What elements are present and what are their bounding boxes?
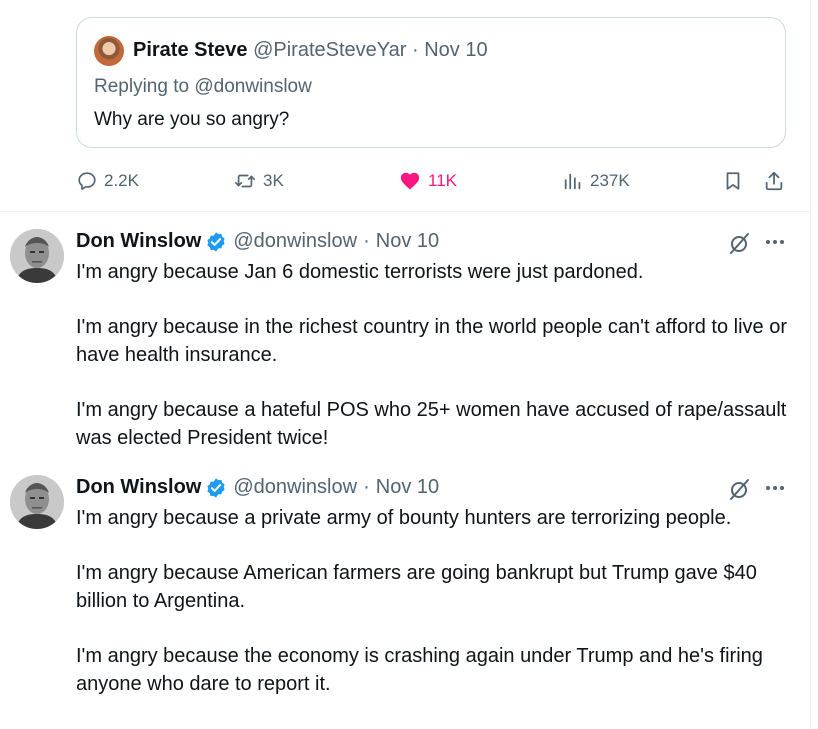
- bookmark-icon: [726, 172, 740, 190]
- verified-icon: [207, 477, 225, 498]
- tweet-paragraph: I'm angry because in the richest country…: [76, 316, 787, 366]
- share-button[interactable]: [763, 166, 785, 196]
- reply-icon: [78, 172, 96, 191]
- quoted-tweet-text: Why are you so angry?: [94, 109, 290, 130]
- like-button[interactable]: 11K: [398, 166, 457, 196]
- tweet-paragraph: I'm angry because Jan 6 domestic terrori…: [76, 261, 644, 283]
- grok-icon[interactable]: [727, 231, 751, 255]
- separator-dot: ·: [363, 230, 370, 252]
- author-handle[interactable]: @donwinslow: [233, 230, 357, 253]
- tweet-date[interactable]: Nov 10: [424, 39, 487, 61]
- repost-icon: [235, 174, 255, 188]
- quoted-tweet-card[interactable]: Pirate Steve @PirateSteveYar · Nov 10 Re…: [76, 17, 786, 148]
- grok-icon[interactable]: [727, 477, 751, 501]
- views-button[interactable]: 237K: [562, 166, 630, 196]
- replying-to: Replying to @donwinslow: [94, 76, 312, 97]
- views-count: 237K: [590, 171, 630, 190]
- quoted-tweet-header: Pirate Steve @PirateSteveYar · Nov 10: [133, 39, 488, 62]
- author-handle[interactable]: @donwinslow: [233, 476, 357, 499]
- repost-count: 3K: [263, 171, 284, 190]
- more-icon[interactable]: [764, 235, 786, 249]
- tweet-header: Don Winslow @donwinslow · Nov 10: [76, 230, 439, 253]
- author-name[interactable]: Don Winslow: [76, 230, 201, 253]
- like-count: 11K: [428, 171, 457, 190]
- column-border: [810, 0, 811, 729]
- separator-dot: ·: [363, 476, 370, 498]
- like-icon: [400, 172, 420, 190]
- avatar[interactable]: [10, 475, 64, 529]
- repost-button[interactable]: 3K: [233, 166, 284, 196]
- more-icon[interactable]: [764, 481, 786, 495]
- author-handle[interactable]: @PirateSteveYar: [253, 39, 406, 61]
- author-name[interactable]: Don Winslow: [76, 476, 201, 499]
- bookmark-button[interactable]: [722, 166, 744, 196]
- reply-button[interactable]: 2.2K: [76, 166, 139, 196]
- tweet-text: I'm angry because a private army of boun…: [76, 504, 796, 725]
- reply-count: 2.2K: [104, 171, 139, 190]
- tweet-paragraph: I'm angry because American farmers are g…: [76, 562, 757, 612]
- tweet-paragraph: I'm angry because a private army of boun…: [76, 507, 732, 529]
- tweet-date[interactable]: Nov 10: [376, 230, 439, 253]
- tweet-paragraph: I'm angry because a hateful POS who 25+ …: [76, 399, 787, 449]
- tweet-date[interactable]: Nov 10: [376, 476, 439, 499]
- verified-icon: [207, 231, 225, 252]
- share-icon: [765, 171, 783, 191]
- tweet-text: I'm angry because Jan 6 domestic terrori…: [76, 258, 796, 479]
- author-name[interactable]: Pirate Steve: [133, 39, 248, 61]
- tweet-action-bar: 2.2K 3K 11K 237K: [0, 166, 810, 196]
- divider: [0, 211, 810, 212]
- tweet-paragraph: I'm angry because the economy is crashin…: [76, 645, 763, 695]
- avatar[interactable]: [10, 229, 64, 283]
- views-icon: [564, 173, 581, 190]
- avatar[interactable]: [94, 36, 124, 66]
- separator-dot: ·: [411, 39, 419, 61]
- tweet-header: Don Winslow @donwinslow · Nov 10: [76, 476, 439, 499]
